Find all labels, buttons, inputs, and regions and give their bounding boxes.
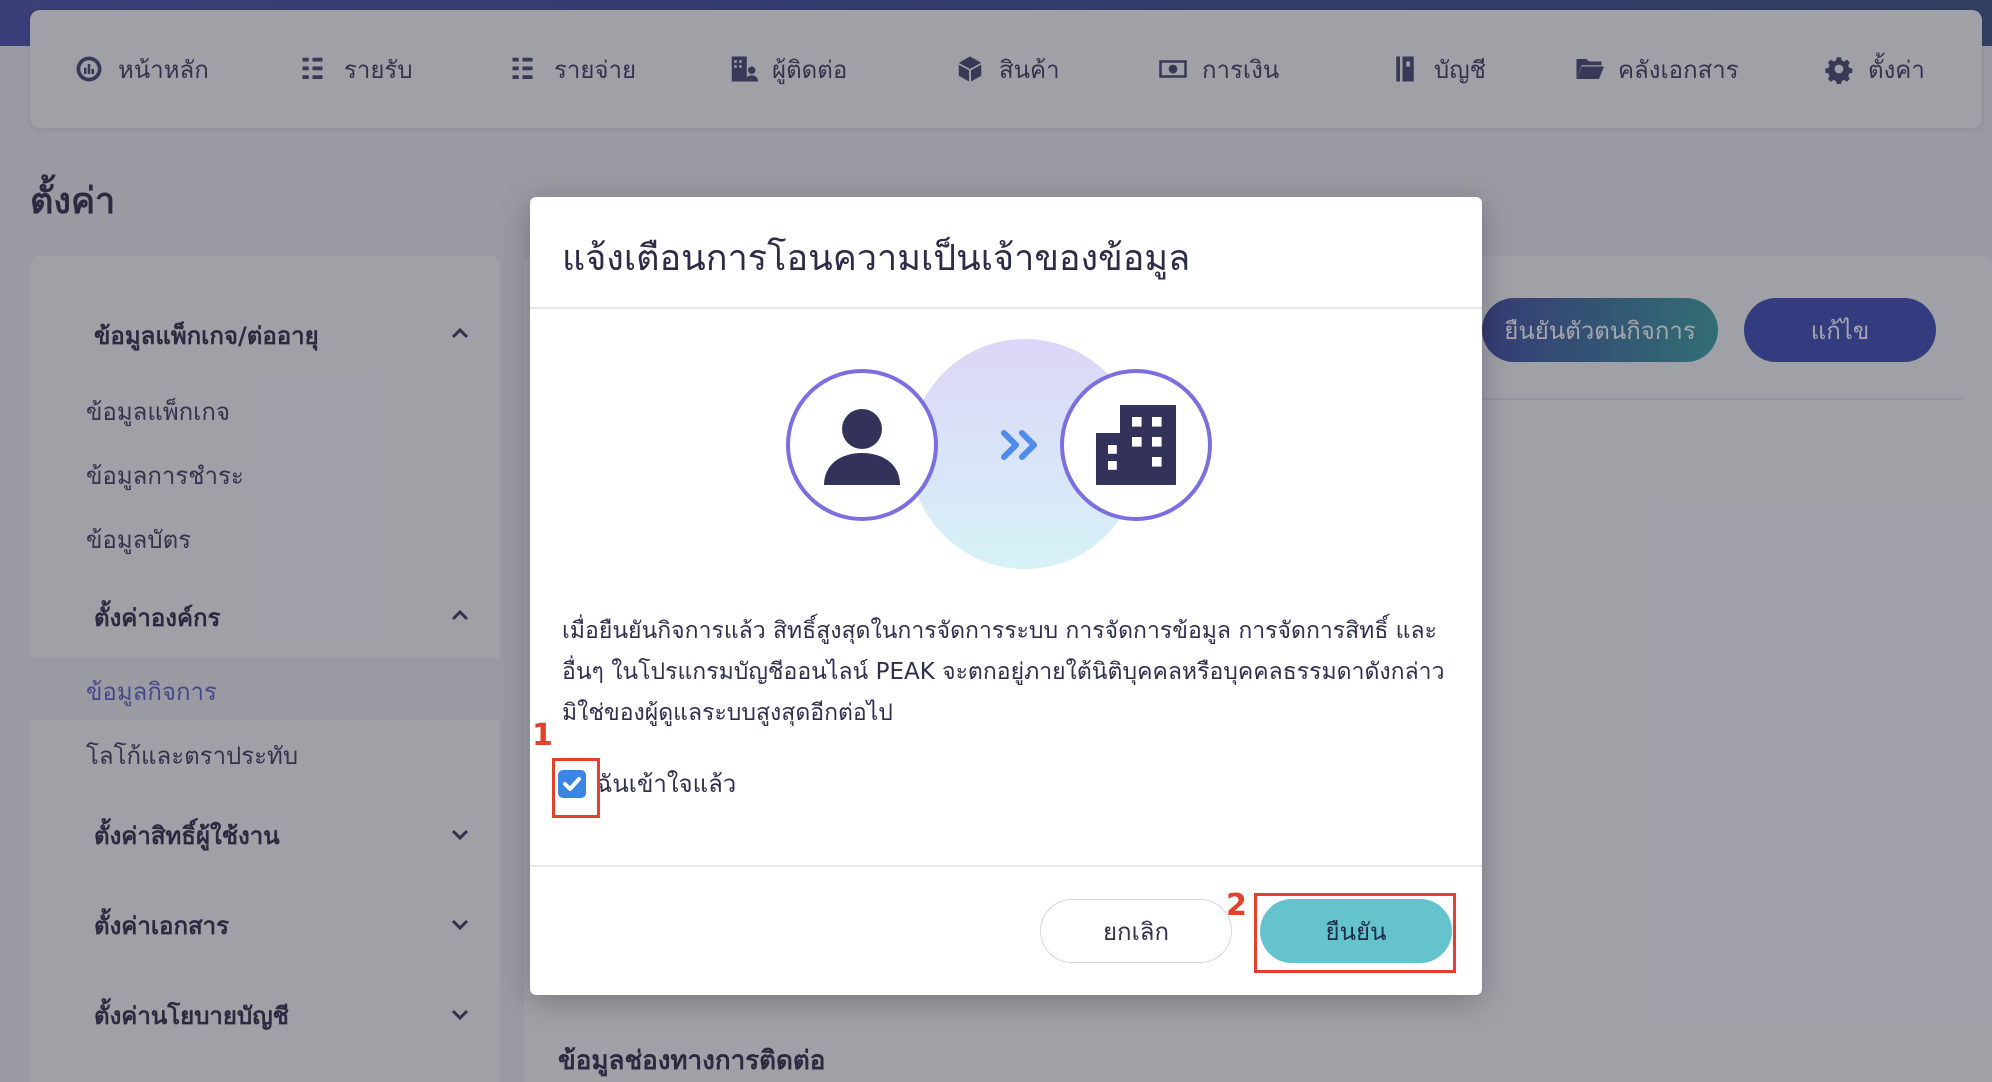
annotation-number-step1: 1 <box>532 718 553 753</box>
building-circle <box>1060 369 1212 521</box>
annotation-box-step2 <box>1254 893 1456 973</box>
checkbox-label[interactable]: ฉันเข้าใจแล้ว <box>596 764 736 803</box>
message-line: เมื่อยืนยันกิจการแล้ว สิทธิ์สูงสุดในการจ… <box>562 618 1437 644</box>
double-chevron-right-icon <box>998 425 1042 465</box>
divider <box>530 307 1482 309</box>
message-line: มิใช่ของผู้ดูแลระบบสูงสุดอีกต่อไป <box>562 700 893 726</box>
annotation-number-step2: 2 <box>1226 888 1247 923</box>
transfer-illustration <box>786 337 1226 577</box>
building-icon <box>1096 405 1176 485</box>
divider <box>530 865 1482 867</box>
cancel-button[interactable]: ยกเลิก <box>1040 899 1232 963</box>
person-circle <box>786 369 938 521</box>
ownership-transfer-modal: แจ้งเตือนการโอนความเป็นเจ้าของข้อมูล เมื… <box>530 197 1482 995</box>
modal-message: เมื่อยืนยันกิจการแล้ว สิทธิ์สูงสุดในการจ… <box>562 611 1462 734</box>
message-line: อื่นๆ ในโปรแกรมบัญชีออนไลน์ PEAK จะตกอยู… <box>562 659 1445 685</box>
modal-title: แจ้งเตือนการโอนความเป็นเจ้าของข้อมูล <box>562 238 1191 279</box>
person-icon <box>824 409 900 485</box>
annotation-box-step1 <box>552 758 600 818</box>
